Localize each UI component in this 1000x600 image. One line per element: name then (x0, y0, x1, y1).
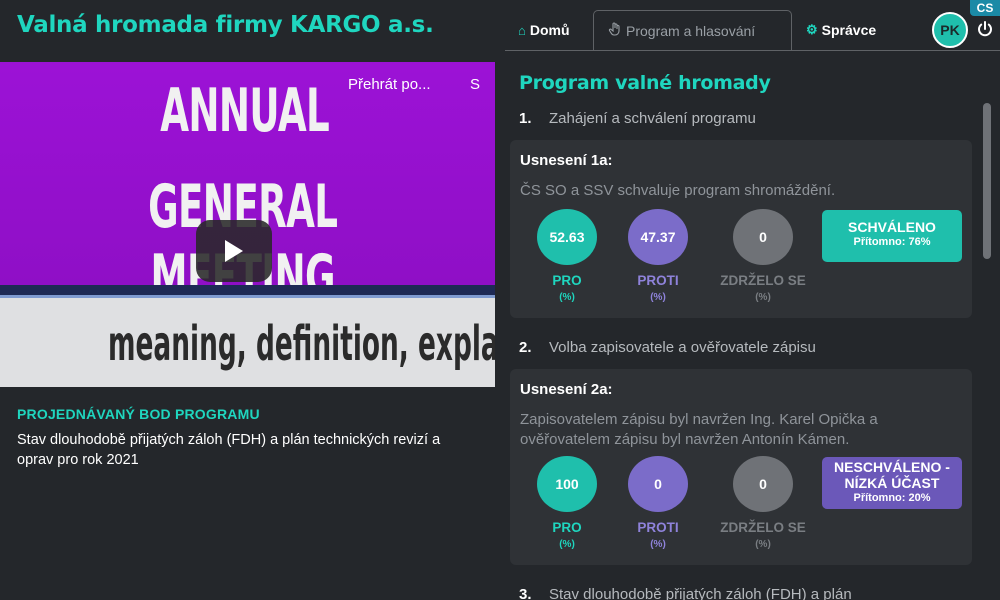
vote-proti-value: 47.37 (628, 209, 688, 265)
program-item-number: 1. (519, 110, 532, 127)
vote-pro-value: 52.63 (537, 209, 597, 265)
video-caption-line3: meaning, definition, explanation... (108, 316, 495, 372)
vote-proti-label: PROTI (637, 520, 679, 535)
video-player[interactable]: ANNUAL GENERAL MEETING meaning, definiti… (0, 62, 495, 387)
vote-proti-unit: (%) (650, 292, 666, 303)
vote-abstain-value: 0 (733, 209, 793, 265)
program-item-number: 2. (519, 339, 532, 356)
vote-proti-value: 0 (628, 456, 688, 512)
program-item-3: 3. Stav dlouhodobě přijatých záloh (FDH)… (519, 586, 852, 600)
vote-abstain-unit: (%) (755, 292, 771, 303)
vote-proti-label: PROTI (637, 273, 679, 288)
program-item-title: Zahájení a schválení programu (549, 110, 756, 127)
scrollbar-thumb[interactable] (983, 103, 991, 259)
status-badge: SCHVÁLENO Přítomno: 76% (822, 210, 962, 262)
tab-admin-label: Správce (821, 22, 877, 38)
vote-abstain-unit: (%) (755, 539, 771, 550)
vote-pro-value: 100 (537, 456, 597, 512)
language-badge[interactable]: CS (970, 0, 1000, 16)
attendance-text: Přítomno: 76% (853, 236, 931, 248)
current-item-label: PROJEDNÁVANÝ BOD PROGRAMU (17, 406, 260, 422)
program-title: Program valné hromady (519, 72, 771, 94)
status-text: SCHVÁLENO (848, 219, 936, 235)
resolution-title: Usnesení 1a: (520, 152, 613, 169)
power-icon[interactable] (976, 20, 994, 38)
page: Valná hromada firmy KARGO a.s. ANNUAL GE… (0, 0, 1000, 600)
vote-proti-unit: (%) (650, 539, 666, 550)
current-item-text: Stav dlouhodobě přijatých záloh (FDH) a … (17, 432, 441, 468)
resolution-card-1a: Usnesení 1a: ČS SO a SSV schvaluje progr… (510, 140, 972, 318)
tab-admin[interactable]: ⚙ Správce (806, 10, 876, 50)
tab-home-label: Domů (529, 22, 570, 38)
status-badge: NESCHVÁLENO - NÍZKÁ ÚČAST Přítomno: 20% (822, 457, 962, 509)
video-title-overlay[interactable]: Přehrát po... (348, 76, 431, 93)
gear-icon: ⚙ (806, 22, 818, 37)
attendance-text: Přítomno: 20% (853, 492, 931, 504)
program-item-1: 1. Zahájení a schválení programu (519, 110, 756, 127)
video-divider (0, 285, 495, 295)
tab-program-label: Program a hlasování (626, 22, 756, 39)
tab-home[interactable]: ⌂ Domů (518, 10, 570, 50)
resolution-card-2a: Usnesení 2a: Zapisovatelem zápisu byl na… (510, 369, 972, 565)
avatar[interactable]: PK (932, 12, 968, 48)
hand-icon (608, 22, 622, 39)
vote-abstain-label: ZDRŽELO SE (720, 273, 806, 288)
play-button[interactable] (196, 220, 272, 282)
resolution-title: Usnesení 2a: (520, 381, 613, 398)
app-title: Valná hromada firmy KARGO a.s. (17, 12, 434, 38)
home-icon: ⌂ (518, 22, 526, 38)
tab-program[interactable]: Program a hlasování (593, 10, 792, 50)
status-text: NESCHVÁLENO - NÍZKÁ ÚČAST (834, 459, 950, 491)
tabs-underline (505, 50, 1000, 51)
resolution-text: Zapisovatelem zápisu byl navržen Ing. Ka… (520, 411, 878, 448)
vote-abstain-label: ZDRŽELO SE (720, 520, 806, 535)
vote-abstain-value: 0 (733, 456, 793, 512)
play-icon (225, 240, 243, 262)
program-item-2: 2. Volba zapisovatele a ověřovatele zápi… (519, 339, 816, 356)
resolution-text: ČS SO a SSV schvaluje program shromážděn… (520, 182, 836, 199)
program-item-title: Volba zapisovatele a ověřovatele zápisu (549, 339, 816, 356)
program-item-title: Stav dlouhodobě přijatých záloh (FDH) a … (549, 586, 852, 600)
program-item-number: 3. (519, 586, 532, 600)
video-share-overlay[interactable]: S (470, 76, 480, 93)
